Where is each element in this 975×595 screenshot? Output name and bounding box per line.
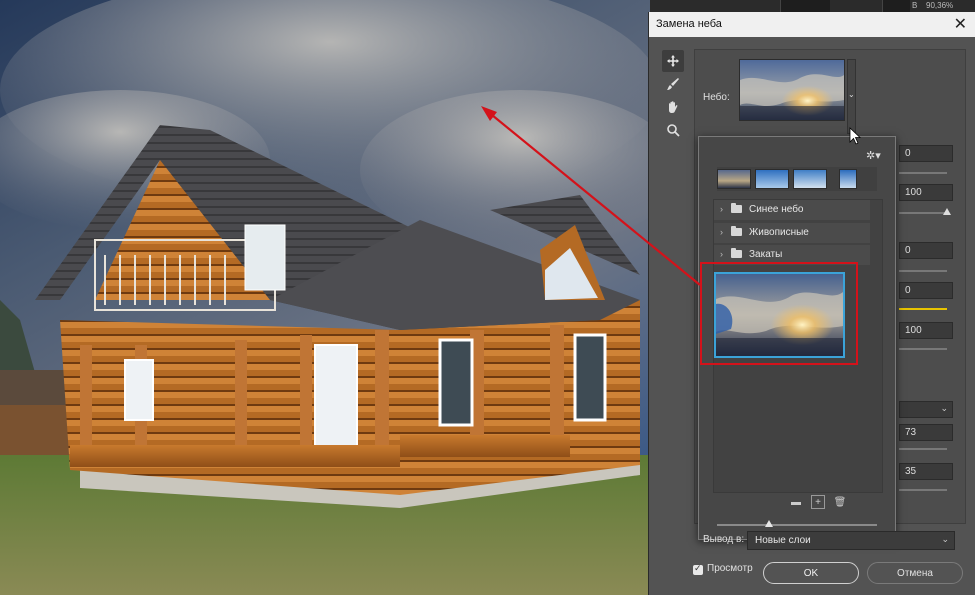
annotation-arrow-head: [481, 106, 497, 121]
cursor-icon: [849, 127, 862, 145]
annotation-arrow-line: [491, 114, 701, 286]
app-window: В 90,36% Замена неба ✕ Небо: ⌄ 0 100 0 0…: [0, 0, 975, 595]
annotation-overlay: [481, 106, 862, 286]
